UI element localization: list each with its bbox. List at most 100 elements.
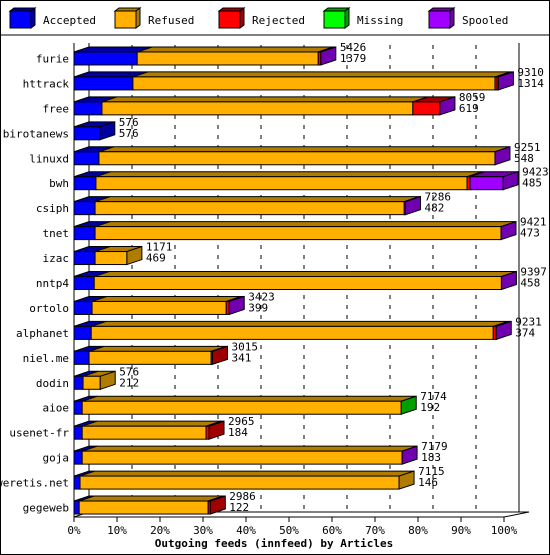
bar-segment-accepted [73, 251, 96, 266]
bar-label-accepted: 482 [425, 202, 445, 215]
bar-segment-accepted [73, 325, 92, 340]
bar-label-accepted: 1379 [340, 52, 367, 65]
bar-segment-accepted [73, 51, 138, 66]
bar-segment-accepted [73, 425, 83, 440]
bar-segment-refused [94, 251, 128, 266]
bar-segment-refused [90, 325, 494, 340]
x-tick-label: 50% [279, 524, 299, 537]
bar-label-accepted: 184 [228, 426, 248, 439]
bar-top-refused [79, 495, 224, 502]
bar-top-refused [94, 196, 420, 203]
bar-segment-refused [81, 400, 402, 415]
category-label: dodin [36, 377, 69, 390]
bar-top-refused [101, 96, 428, 103]
bar-segment-accepted [73, 450, 83, 465]
bar-top-refused [91, 295, 242, 302]
bar-label-accepted: 619 [459, 102, 479, 115]
legend-swatch-refused [114, 10, 137, 29]
bar-segment-refused [136, 51, 319, 66]
bar-segment-rejected [412, 101, 441, 116]
category-label: nntp4 [36, 277, 69, 290]
bar-label-accepted: 192 [420, 401, 440, 414]
category-label: niel.me [23, 352, 69, 365]
bar-top-refused [94, 221, 517, 228]
bar-label-accepted: 374 [515, 326, 535, 339]
category-label: tnet [43, 227, 70, 240]
bar-segment-refused [93, 276, 502, 290]
bar-segment-accepted [73, 76, 134, 91]
category-label: alphanet [16, 327, 69, 340]
legend-label-missing: Missing [357, 14, 403, 27]
x-tick-label: 70% [365, 524, 385, 537]
bar-label-accepted: 473 [520, 227, 540, 240]
bar-label-accepted: 485 [522, 177, 542, 190]
x-tick-label: 90% [451, 524, 471, 537]
bar-segment-accepted [73, 226, 96, 241]
bar-top-refused [82, 420, 222, 427]
bar-segment-accepted [73, 126, 101, 141]
bar-segment-accepted [73, 400, 83, 415]
legend-swatch-side [344, 7, 350, 29]
x-tick-label: 10% [107, 524, 127, 537]
bar-label-accepted: 1314 [517, 77, 544, 90]
bar-label-accepted: 399 [248, 301, 268, 314]
axis-corner-right [503, 511, 530, 518]
category-label: ortolo [29, 302, 69, 315]
category-label: free [43, 102, 70, 115]
bar-top-refused [137, 46, 334, 53]
bar-top-refused [82, 395, 417, 402]
bar-top-refused [91, 320, 509, 327]
bar-segment-accepted [73, 500, 80, 515]
legend-swatch-missing [323, 10, 346, 29]
category-label: aioe [43, 402, 70, 415]
stacked-bar-chart: Accepted Refused Rejected Missing Spooled 0% 1… [0, 7, 550, 550]
bar-label-accepted: 212 [119, 376, 139, 389]
bar-segment-refused [79, 475, 400, 490]
bar-label-accepted: 458 [520, 277, 540, 290]
bar-label-accepted: 469 [146, 252, 166, 265]
x-tick-label: 20% [150, 524, 170, 537]
bar-label-accepted: 576 [119, 127, 139, 140]
legend-label-accepted: Accepted [43, 14, 96, 27]
x-axis-label: Outgoing feeds (innfeed) by Articles [155, 537, 393, 550]
legend-swatch-side [135, 7, 141, 29]
bar-segment-accepted [73, 151, 100, 166]
bar-top-refused [79, 470, 415, 477]
bar-label-accepted: 183 [421, 451, 441, 464]
category-label: gegeweb [23, 502, 69, 515]
bar-top-refused [82, 445, 418, 452]
category-label: furie [36, 52, 69, 65]
legend-swatch-side [449, 7, 455, 29]
category-label: bwh [49, 177, 69, 190]
bar-top-refused [98, 146, 511, 153]
category-label: weretis.net [0, 477, 69, 490]
bar-segment-refused [95, 176, 468, 191]
legend-swatch-side [239, 7, 245, 29]
bar-segment-spooled [469, 176, 504, 191]
bar-segment-refused [82, 375, 101, 390]
x-tick-label: 40% [236, 524, 256, 537]
legend-label-spooled: Spooled [462, 14, 508, 27]
bar-segment-refused [88, 350, 212, 365]
bar-top-refused [132, 71, 511, 78]
bar-segment-refused [94, 201, 405, 216]
bar-top-refused [95, 171, 483, 178]
x-tick-label: 60% [322, 524, 342, 537]
bar-segment-refused [78, 500, 209, 515]
bar-segment-refused [81, 450, 403, 465]
category-label: csiph [36, 202, 69, 215]
bar-top-refused [88, 345, 227, 352]
category-label: goja [43, 452, 70, 465]
bar-segment-refused [132, 76, 496, 91]
legend-swatch-spooled [428, 10, 451, 29]
legend-swatch-accepted [9, 10, 32, 29]
bar-segment-accepted [73, 300, 93, 315]
bar-segment-refused [94, 226, 502, 241]
bar-segment-accepted [73, 350, 90, 365]
legend-label-refused: Refused [148, 14, 194, 27]
category-label: izac [43, 252, 70, 265]
bar-segment-accepted [73, 475, 81, 490]
bar-segment-refused [98, 151, 496, 166]
bar-label-accepted: 146 [418, 476, 438, 489]
legend-swatch-side [30, 7, 36, 29]
